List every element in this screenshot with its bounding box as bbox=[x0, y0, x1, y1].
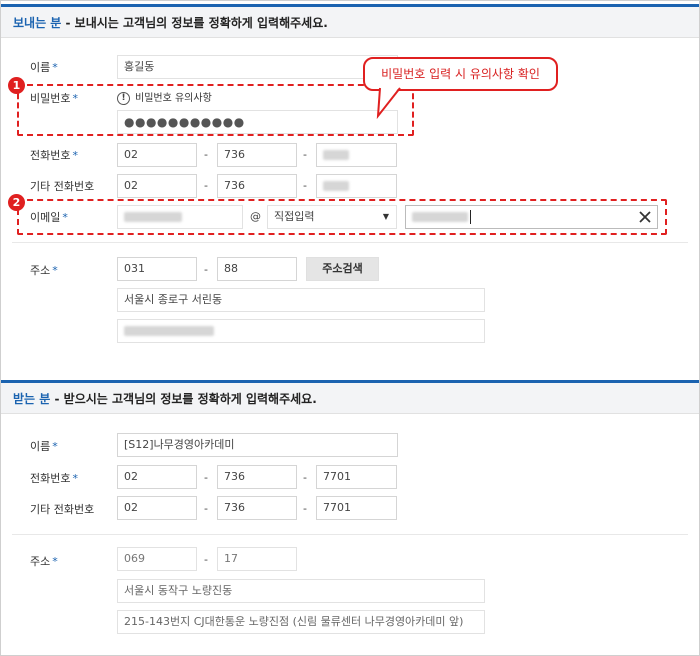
email-at-sign: @ bbox=[250, 210, 261, 223]
receiver-address-line1-input[interactable]: 서울시 동작구 노량진동 bbox=[117, 579, 485, 603]
receiver-alt-phone-label: 기타 전화번호 bbox=[30, 503, 95, 516]
sender-address-line2-input[interactable] bbox=[117, 319, 485, 343]
required-mark: * bbox=[62, 211, 68, 224]
sender-alt-phone-label: 기타 전화번호 bbox=[30, 180, 95, 193]
sender-heading-desc: - 보내시는 고객님의 정보를 정확하게 입력해주세요. bbox=[61, 16, 328, 30]
dash: - bbox=[204, 502, 208, 515]
required-mark: * bbox=[72, 149, 78, 162]
sender-phone-input-1[interactable]: 02 bbox=[117, 143, 197, 167]
dash: - bbox=[204, 471, 208, 484]
sender-heading-who: 보내는 분 bbox=[13, 16, 62, 30]
sender-phone-label: 전화번호 * bbox=[30, 149, 78, 162]
email-domain-input[interactable] bbox=[405, 205, 658, 229]
sender-alt-phone-input-3[interactable] bbox=[316, 174, 397, 198]
callout-pointer bbox=[376, 86, 401, 120]
email-domain-select-value: 직접입력 bbox=[274, 210, 315, 223]
sender-phone-input-2[interactable]: 736 bbox=[217, 143, 297, 167]
dash: - bbox=[204, 553, 208, 566]
dash: - bbox=[204, 148, 208, 161]
required-mark: * bbox=[52, 440, 58, 453]
exclamation-circle-icon: ! bbox=[117, 91, 130, 105]
sender-zip-input-2[interactable]: 88 bbox=[217, 257, 297, 281]
masked-value bbox=[124, 326, 214, 336]
receiver-alt-phone-input-3[interactable]: 7701 bbox=[316, 496, 397, 520]
sender-email-id-input[interactable] bbox=[117, 205, 243, 229]
password-notice-text: 비밀번호 유의사항 bbox=[135, 93, 212, 104]
receiver-name-label: 이름 * bbox=[30, 440, 58, 453]
receiver-heading-desc: - 받으시는 고객님의 정보를 정확하게 입력해주세요. bbox=[50, 392, 317, 406]
required-mark: * bbox=[72, 92, 78, 105]
masked-value bbox=[412, 212, 468, 222]
receiver-phone-input-2[interactable]: 736 bbox=[217, 465, 297, 489]
sender-name-label: 이름 * bbox=[30, 61, 58, 74]
dash: - bbox=[204, 263, 208, 276]
receiver-section-title: 받는 분 - 받으시는 고객님의 정보를 정확하게 입력해주세요. bbox=[13, 390, 317, 407]
email-domain-select[interactable]: 직접입력 ▼ bbox=[267, 205, 397, 229]
receiver-name-input[interactable]: [S12]나무경영아카데미 bbox=[117, 433, 398, 457]
receiver-address-line2-input[interactable]: 215-143번지 CJ대한통운 노량진점 (신림 물류센터 나무경영아카데미 … bbox=[117, 610, 485, 634]
receiver-phone-input-3[interactable]: 7701 bbox=[316, 465, 397, 489]
dash: - bbox=[303, 148, 307, 161]
masked-value bbox=[323, 181, 349, 191]
sender-address-line1-input[interactable]: 서울시 종로구 서린동 bbox=[117, 288, 485, 312]
sender-alt-phone-input-2[interactable]: 736 bbox=[217, 174, 297, 198]
dash: - bbox=[303, 502, 307, 515]
sender-password-label: 비밀번호 * bbox=[30, 92, 78, 105]
annotation-badge-2: 2 bbox=[8, 194, 25, 211]
sender-email-label: 이메일 * bbox=[30, 211, 68, 224]
sender-name-input[interactable]: 홍길동 bbox=[117, 55, 398, 79]
receiver-phone-label: 전화번호 * bbox=[30, 472, 78, 485]
receiver-section-header: 받는 분 - 받으시는 고객님의 정보를 정확하게 입력해주세요. bbox=[1, 380, 699, 414]
sender-address-label: 주소 * bbox=[30, 264, 58, 277]
sender-alt-phone-input-1[interactable]: 02 bbox=[117, 174, 197, 198]
password-dots: ●●●●●●●●●●● bbox=[124, 115, 245, 129]
required-mark: * bbox=[52, 61, 58, 74]
dash: - bbox=[303, 179, 307, 192]
receiver-address-label: 주소 * bbox=[30, 555, 58, 568]
receiver-phone-input-1[interactable]: 02 bbox=[117, 465, 197, 489]
receiver-alt-phone-input-2[interactable]: 736 bbox=[217, 496, 297, 520]
receiver-zip-input-1[interactable]: 069 bbox=[117, 547, 197, 571]
caret-down-icon: ▼ bbox=[382, 212, 389, 221]
sender-section-title: 보내는 분 - 보내시는 고객님의 정보를 정확하게 입력해주세요. bbox=[13, 14, 328, 31]
section-divider bbox=[12, 534, 688, 535]
close-icon[interactable] bbox=[639, 211, 651, 223]
masked-value bbox=[124, 212, 182, 222]
sender-phone-input-3[interactable] bbox=[316, 143, 397, 167]
receiver-alt-phone-input-1[interactable]: 02 bbox=[117, 496, 197, 520]
address-search-button[interactable]: 주소검색 bbox=[306, 257, 379, 281]
required-mark: * bbox=[52, 555, 58, 568]
annotation-badge-1: 1 bbox=[8, 77, 25, 94]
sender-zip-input-1[interactable]: 031 bbox=[117, 257, 197, 281]
receiver-heading-who: 받는 분 bbox=[13, 392, 51, 406]
dash: - bbox=[204, 179, 208, 192]
text-cursor bbox=[470, 210, 471, 224]
section-divider bbox=[12, 242, 688, 243]
sender-section-header: 보내는 분 - 보내시는 고객님의 정보를 정확하게 입력해주세요. bbox=[1, 4, 699, 38]
dash: - bbox=[303, 471, 307, 484]
required-mark: * bbox=[72, 472, 78, 485]
required-mark: * bbox=[52, 264, 58, 277]
receiver-zip-input-2[interactable]: 17 bbox=[217, 547, 297, 571]
masked-value bbox=[323, 150, 349, 160]
password-notice-link[interactable]: ! 비밀번호 유의사항 bbox=[117, 89, 212, 105]
sender-password-input[interactable]: ●●●●●●●●●●● bbox=[117, 110, 398, 134]
